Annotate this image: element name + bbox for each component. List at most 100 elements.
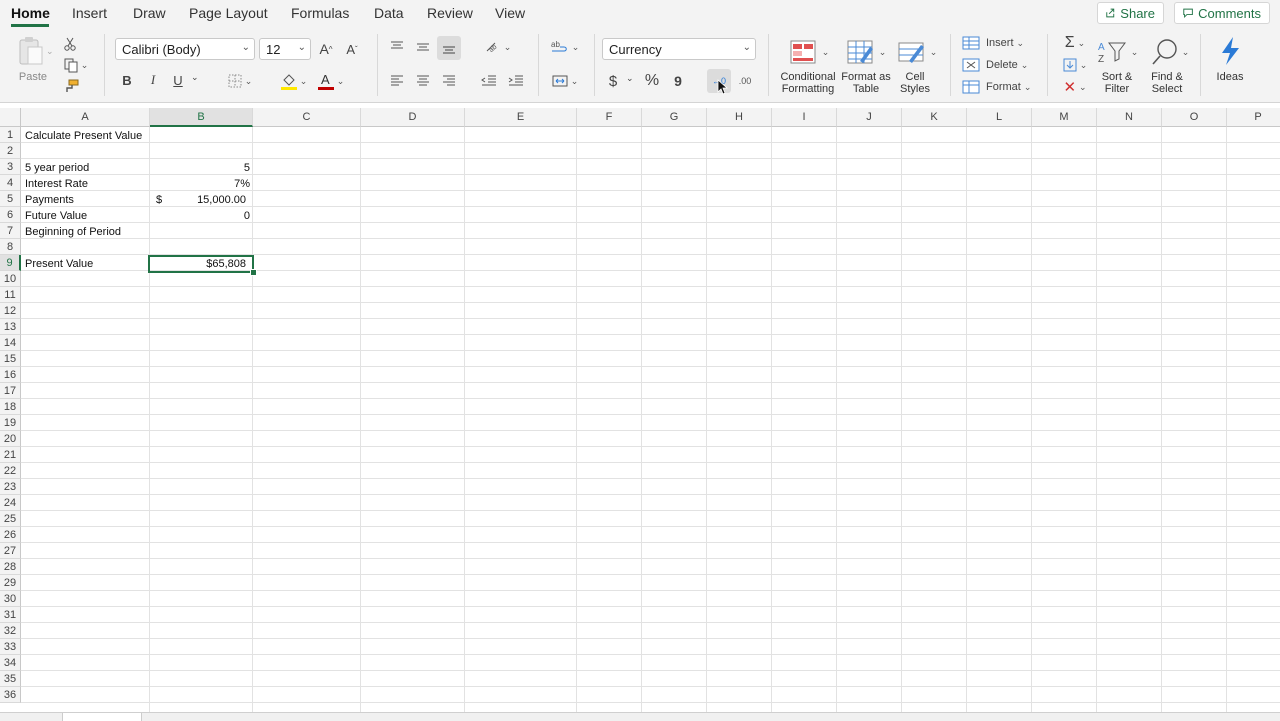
column-header-h[interactable]: H	[707, 108, 772, 127]
row-header-13[interactable]: 13	[0, 319, 21, 335]
cell-styles-button[interactable]: ⌄	[894, 36, 940, 68]
column-header-f[interactable]: F	[577, 108, 642, 127]
paste-dropdown-icon[interactable]: ⌄	[46, 46, 54, 57]
tab-formulas[interactable]: Formulas	[291, 5, 349, 21]
comments-button[interactable]: Comments	[1174, 2, 1270, 24]
insert-cells-button[interactable]: Insert ⌄	[962, 34, 1038, 52]
wrap-text-button[interactable]: ab ⌄	[548, 38, 582, 56]
column-header-b[interactable]: B	[150, 108, 253, 127]
underline-dropdown-icon[interactable]: ⌄	[191, 72, 199, 83]
fill-handle[interactable]	[250, 269, 257, 276]
cell-A1[interactable]: Calculate Present Value	[25, 128, 142, 144]
accounting-format-button[interactable]: $	[606, 71, 620, 91]
borders-button[interactable]: ⌄	[224, 72, 256, 90]
comma-style-button[interactable]: 9	[670, 71, 686, 91]
row-header-2[interactable]: 2	[0, 143, 21, 159]
align-center-icon[interactable]	[414, 72, 432, 90]
fill-button[interactable]: ⌄	[1058, 56, 1092, 74]
row-header-5[interactable]: 5	[0, 191, 21, 207]
row-header-32[interactable]: 32	[0, 623, 21, 639]
row-header-19[interactable]: 19	[0, 415, 21, 431]
cell-B5[interactable]: 15,000.00	[150, 192, 246, 208]
increase-font-size-icon[interactable]: A ^	[317, 39, 335, 59]
cell-A7[interactable]: Beginning of Period	[25, 224, 121, 240]
sort-filter-button[interactable]: A Z ⌄	[1096, 36, 1140, 68]
row-header-12[interactable]: 12	[0, 303, 21, 319]
row-header-22[interactable]: 22	[0, 463, 21, 479]
cell-A9[interactable]: Present Value	[25, 256, 93, 272]
row-header-8[interactable]: 8	[0, 239, 21, 255]
cut-icon[interactable]	[62, 36, 78, 52]
share-button[interactable]: Share	[1097, 2, 1164, 24]
format-painter-icon[interactable]	[62, 78, 80, 94]
font-size-select[interactable]: 12 ⌄	[259, 38, 311, 60]
column-header-j[interactable]: J	[837, 108, 902, 127]
tab-draw[interactable]: Draw	[133, 5, 166, 21]
conditional-formatting-button[interactable]: ⌄	[786, 36, 832, 68]
row-header-11[interactable]: 11	[0, 287, 21, 303]
accounting-dropdown-icon[interactable]: ⌄	[626, 73, 634, 84]
row-header-17[interactable]: 17	[0, 383, 21, 399]
row-header-25[interactable]: 25	[0, 511, 21, 527]
row-header-7[interactable]: 7	[0, 223, 21, 239]
row-header-9[interactable]: 9	[0, 255, 21, 271]
row-header-34[interactable]: 34	[0, 655, 21, 671]
align-top-icon[interactable]	[388, 38, 406, 56]
row-header-1[interactable]: 1	[0, 127, 21, 143]
percent-button[interactable]: %	[642, 71, 662, 91]
tab-view[interactable]: View	[495, 5, 525, 21]
merge-center-button[interactable]: ⌄	[548, 72, 582, 90]
italic-button[interactable]: I	[145, 70, 161, 90]
delete-cells-button[interactable]: Delete ⌄	[962, 56, 1038, 74]
column-header-i[interactable]: I	[772, 108, 837, 127]
row-header-30[interactable]: 30	[0, 591, 21, 607]
column-header-d[interactable]: D	[361, 108, 465, 127]
row-header-16[interactable]: 16	[0, 367, 21, 383]
cell-A4[interactable]: Interest Rate	[25, 176, 88, 192]
tab-insert[interactable]: Insert	[72, 5, 107, 21]
column-header-l[interactable]: L	[967, 108, 1032, 127]
row-header-14[interactable]: 14	[0, 335, 21, 351]
column-header-k[interactable]: K	[902, 108, 967, 127]
decrease-decimal-button[interactable]: .00	[735, 69, 755, 93]
cell-A6[interactable]: Future Value	[25, 208, 87, 224]
font-color-button[interactable]: A ⌄	[314, 70, 348, 92]
font-name-select[interactable]: Calibri (Body) ⌄	[115, 38, 255, 60]
cell-B4[interactable]: 7%	[150, 176, 250, 192]
tab-page-layout[interactable]: Page Layout	[189, 5, 268, 21]
row-header-26[interactable]: 26	[0, 527, 21, 543]
align-right-icon[interactable]	[440, 72, 458, 90]
select-all-corner[interactable]	[0, 108, 21, 127]
tab-data[interactable]: Data	[374, 5, 404, 21]
fill-color-button[interactable]: ⌄	[277, 70, 311, 92]
column-header-c[interactable]: C	[253, 108, 361, 127]
bold-button[interactable]: B	[119, 70, 135, 90]
orientation-button[interactable]: ab ⌄	[482, 38, 514, 56]
clear-button[interactable]: ✕ ⌄	[1058, 78, 1092, 96]
row-header-28[interactable]: 28	[0, 559, 21, 575]
row-header-23[interactable]: 23	[0, 479, 21, 495]
row-header-33[interactable]: 33	[0, 639, 21, 655]
row-header-31[interactable]: 31	[0, 607, 21, 623]
column-header-o[interactable]: O	[1162, 108, 1227, 127]
decrease-font-size-icon[interactable]: Aˇ	[343, 39, 361, 59]
column-header-g[interactable]: G	[642, 108, 707, 127]
row-header-10[interactable]: 10	[0, 271, 21, 287]
row-header-27[interactable]: 27	[0, 543, 21, 559]
row-header-18[interactable]: 18	[0, 399, 21, 415]
column-header-n[interactable]: N	[1097, 108, 1162, 127]
row-header-3[interactable]: 3	[0, 159, 21, 175]
column-header-m[interactable]: M	[1032, 108, 1097, 127]
row-header-24[interactable]: 24	[0, 495, 21, 511]
decrease-indent-icon[interactable]	[480, 72, 498, 90]
column-header-a[interactable]: A	[21, 108, 150, 127]
row-header-21[interactable]: 21	[0, 447, 21, 463]
format-cells-button[interactable]: Format ⌄	[962, 78, 1038, 96]
row-header-35[interactable]: 35	[0, 671, 21, 687]
copy-icon[interactable]: ⌄	[62, 56, 90, 74]
align-bottom-icon[interactable]	[437, 36, 461, 60]
underline-button[interactable]: U	[170, 70, 186, 90]
number-format-select[interactable]: Currency ⌄	[602, 38, 756, 60]
cell-A5[interactable]: Payments	[25, 192, 74, 208]
tab-home[interactable]: Home	[11, 5, 50, 21]
